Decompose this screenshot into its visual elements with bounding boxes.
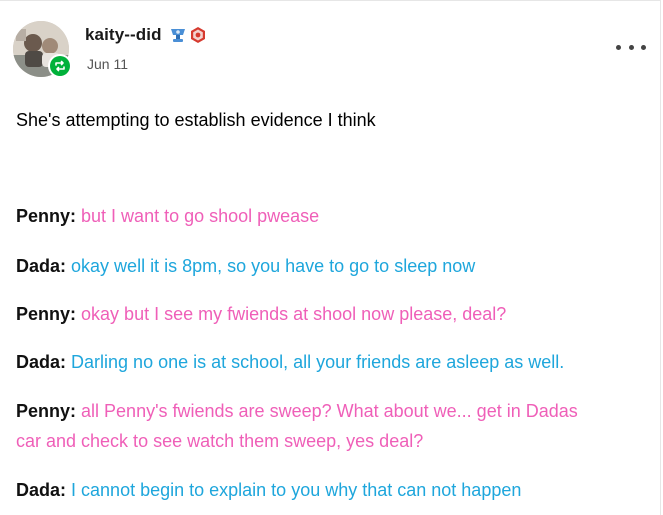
post-header: kaity--did [85, 22, 206, 48]
dialogue-line: Dada: Darling no one is at school, all y… [16, 347, 644, 377]
hexagon-badge-icon[interactable] [190, 26, 206, 44]
speaker-label: Dada: [16, 480, 67, 500]
dialogue-text: but I want to go shool pwease [81, 206, 320, 226]
post-card: kaity--did Jun 11 She's attempting to es… [0, 0, 661, 515]
dialogue-line: Dada: I cannot begin to explain to you w… [16, 475, 644, 505]
avatar-container[interactable] [13, 21, 72, 78]
dialogue-line: Penny: but I want to go shool pwease [16, 201, 644, 231]
more-options-dot [628, 44, 634, 50]
dialogue-line: Dada: okay well it is 8pm, so you have t… [16, 251, 644, 281]
dialogue-line: Penny: all Penny's fwiends are sweep? Wh… [16, 396, 644, 426]
dialogue-text: okay but I see my fwiends at shool now p… [81, 304, 507, 324]
post-date[interactable]: Jun 11 [87, 56, 128, 72]
trophy-badge-icon[interactable] [168, 26, 188, 44]
dialogue-text: I cannot begin to explain to you why tha… [71, 480, 522, 500]
dialogue-line: Penny: okay but I see my fwiends at shoo… [16, 299, 644, 329]
reblog-icon [50, 56, 70, 76]
speaker-label: Dada: [16, 256, 67, 276]
speaker-label: Penny: [16, 304, 77, 324]
dialogue-line-continued: car and check to see watch them sweep, y… [16, 426, 644, 456]
reblog-badge [48, 54, 72, 78]
more-options-icon [616, 44, 621, 50]
dialogue-text: car and check to see watch them sweep, y… [16, 431, 424, 451]
more-options-dot [641, 44, 646, 50]
dialogue-text: all Penny's fwiends are sweep? What abou… [81, 401, 578, 421]
post-intro-text: She's attempting to establish evidence I… [16, 110, 376, 130]
speaker-label: Dada: [16, 352, 67, 372]
dialogue-text: okay well it is 8pm, so you have to go t… [71, 256, 476, 276]
more-options-button[interactable] [616, 37, 646, 57]
dialogue-text: Darling no one is at school, all your fr… [71, 352, 565, 372]
speaker-label: Penny: [16, 206, 77, 226]
speaker-label: Penny: [16, 401, 77, 421]
blog-name-link[interactable]: kaity--did [85, 25, 162, 45]
